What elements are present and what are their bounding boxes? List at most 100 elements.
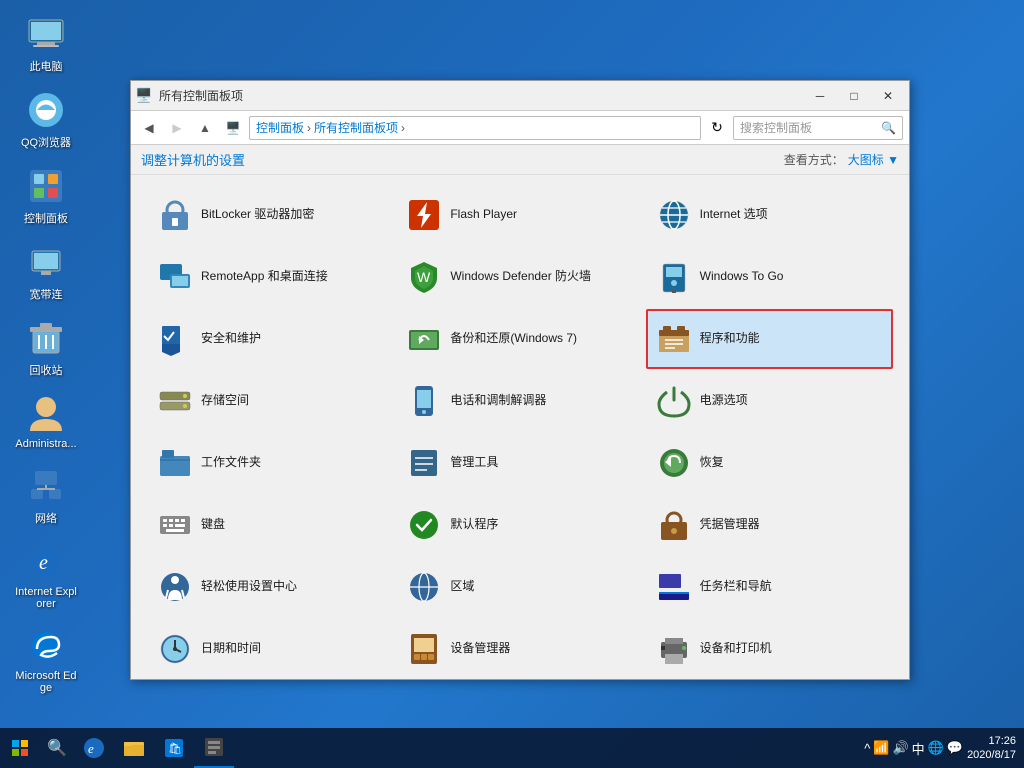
device-print-icon [656, 631, 692, 667]
panel-item-bitlocker[interactable]: BitLocker 驱动器加密 [147, 185, 394, 245]
panel-item-datetime[interactable]: 日期和时间 [147, 619, 394, 679]
panel-item-backup[interactable]: 备份和还原(Windows 7) [396, 309, 643, 369]
datetime-icon [157, 631, 193, 667]
ie-icon: e [26, 542, 66, 582]
flash-icon [406, 197, 442, 233]
taskbar-pinned-icons: e 🛍 [74, 728, 234, 768]
backup-icon [406, 321, 442, 357]
minimize-button[interactable]: ─ [803, 82, 837, 110]
panel-item-storage[interactable]: 存储空间 [147, 371, 394, 431]
mgmt-tools-label: 管理工具 [450, 455, 498, 471]
panel-item-windows-to-go[interactable]: Windows To Go [646, 247, 893, 307]
tray-chevron[interactable]: ^ [864, 741, 870, 756]
clock-date: 2020/8/17 [967, 748, 1016, 762]
region-icon [406, 569, 442, 605]
panel-item-ease-access[interactable]: 轻松使用设置中心 [147, 557, 394, 617]
panel-item-power[interactable]: 电源选项 [646, 371, 893, 431]
clock[interactable]: 17:26 2020/8/17 [967, 734, 1016, 763]
toolbar-title: 调整计算机的设置 [141, 150, 245, 169]
panel-item-restore[interactable]: 恢复 [646, 433, 893, 493]
taskbar-store-icon[interactable]: 🛍 [154, 728, 194, 768]
edge-icon [26, 626, 66, 666]
tray-volume[interactable]: 🔊 [892, 740, 908, 756]
close-button[interactable]: ✕ [871, 82, 905, 110]
desktop-icon-admin[interactable]: Administra... [10, 390, 82, 454]
taskbar-ie-icon[interactable]: e [74, 728, 114, 768]
desktop-icon-broadband[interactable]: 宽带连 [10, 238, 82, 306]
broadband-icon [26, 242, 66, 282]
backup-label: 备份和还原(Windows 7) [450, 331, 577, 347]
panel-item-phone[interactable]: 电话和调制解调器 [396, 371, 643, 431]
default-prog-icon [406, 507, 442, 543]
maximize-button[interactable]: □ [837, 82, 871, 110]
desktop-icon-edge[interactable]: Microsoft Edge [10, 622, 82, 698]
view-selector: 查看方式： 大图标 ▼ [784, 151, 899, 168]
desktop-icon-network[interactable]: 网络 [10, 462, 82, 530]
taskbar-explorer-icon[interactable] [114, 728, 154, 768]
ie-label: Internet Explorer [14, 586, 78, 610]
search-icon[interactable]: 🔍 [881, 121, 896, 135]
panel-item-credential[interactable]: 凭据管理器 [646, 495, 893, 555]
start-button[interactable] [0, 728, 40, 768]
svg-text:e: e [88, 741, 94, 756]
tray-input[interactable]: 中 [912, 739, 925, 758]
back-button[interactable]: ◀ [137, 116, 161, 140]
recent-button[interactable]: 🖥️ [221, 116, 245, 140]
thispc-icon [26, 14, 66, 54]
desktop-icon-controlpanel[interactable]: 控制面板 [10, 162, 82, 230]
breadcrumb-sep2: › [401, 121, 405, 135]
panel-item-defender[interactable]: WWindows Defender 防火墙 [396, 247, 643, 307]
panel-item-keyboard[interactable]: 键盘 [147, 495, 394, 555]
panel-item-security[interactable]: 安全和维护 [147, 309, 394, 369]
panel-item-flash[interactable]: Flash Player [396, 185, 643, 245]
tray-network[interactable]: 📶 [873, 740, 889, 756]
taskbar-cortana-icon[interactable] [194, 728, 234, 768]
search-box[interactable]: 搜索控制面板 🔍 [733, 116, 903, 140]
desktop-icon-qqbrowser[interactable]: QQ浏览器 [10, 86, 82, 154]
desktop: 此电脑 QQ浏览器 [0, 0, 1024, 768]
admin-icon [26, 394, 66, 434]
remoteapp-label: RemoteApp 和桌面连接 [201, 269, 328, 285]
tray-notification[interactable]: 💬 [947, 740, 963, 756]
breadcrumb-allitems[interactable]: 所有控制面板项 [314, 119, 398, 136]
panel-item-workfolder[interactable]: 工作文件夹 [147, 433, 394, 493]
programs-icon [656, 321, 692, 357]
defender-icon: W [406, 259, 442, 295]
storage-label: 存储空间 [201, 393, 249, 409]
power-label: 电源选项 [700, 393, 748, 409]
panel-item-device-mgr[interactable]: 设备管理器 [396, 619, 643, 679]
panel-item-internet-options[interactable]: Internet 选项 [646, 185, 893, 245]
security-icon [157, 321, 193, 357]
region-label: 区域 [450, 579, 474, 595]
ease-access-icon [157, 569, 193, 605]
default-prog-label: 默认程序 [450, 517, 498, 533]
refresh-button[interactable]: ↻ [705, 116, 729, 140]
panel-item-default-prog[interactable]: 默认程序 [396, 495, 643, 555]
taskbar-search-button[interactable]: 🔍 [40, 728, 74, 768]
windows-to-go-label: Windows To Go [700, 269, 784, 285]
ease-access-label: 轻松使用设置中心 [201, 579, 297, 595]
search-placeholder: 搜索控制面板 [740, 119, 812, 136]
panel-item-programs[interactable]: 程序和功能 [646, 309, 893, 369]
svg-text:🛍: 🛍 [168, 742, 182, 755]
view-value[interactable]: 大图标 ▼ [848, 151, 899, 168]
tray-lang[interactable]: 🌐 [928, 740, 944, 756]
taskbar-nav-icon [656, 569, 692, 605]
up-button[interactable]: ▲ [193, 116, 217, 140]
device-print-label: 设备和打印机 [700, 641, 772, 657]
forward-button[interactable]: ▶ [165, 116, 189, 140]
items-grid: BitLocker 驱动器加密Flash PlayerInternet 选项 Re… [131, 175, 909, 679]
address-path[interactable]: 控制面板 › 所有控制面板项 › [249, 116, 701, 140]
panel-item-taskbar-nav[interactable]: 任务栏和导航 [646, 557, 893, 617]
panel-item-remoteapp[interactable]: RemoteApp 和桌面连接 [147, 247, 394, 307]
panel-item-region[interactable]: 区域 [396, 557, 643, 617]
svg-text:W: W [417, 269, 431, 285]
desktop-icon-recycle[interactable]: 回收站 [10, 314, 82, 382]
panel-item-device-print[interactable]: 设备和打印机 [646, 619, 893, 679]
desktop-icon-thispc[interactable]: 此电脑 [10, 10, 82, 78]
network-label: 网络 [35, 510, 57, 526]
credential-icon [656, 507, 692, 543]
panel-item-mgmt-tools[interactable]: 管理工具 [396, 433, 643, 493]
desktop-icon-ie[interactable]: e Internet Explorer [10, 538, 82, 614]
breadcrumb-controlpanel[interactable]: 控制面板 [256, 119, 304, 136]
